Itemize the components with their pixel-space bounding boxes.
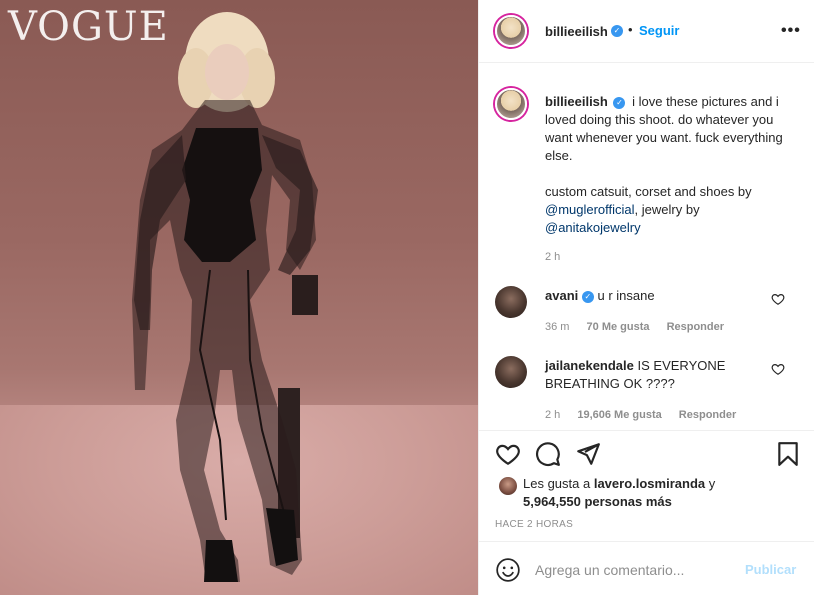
emoji-icon[interactable]: [495, 557, 521, 583]
mention-mugler[interactable]: @muglerofficial: [545, 202, 635, 217]
follow-button[interactable]: Seguir: [639, 23, 679, 38]
caption-credits-2: , jewelry by: [634, 202, 700, 217]
comment-avatar[interactable]: [495, 286, 527, 318]
likes-prefix: Les gusta a: [523, 476, 591, 491]
liker-avatar[interactable]: [499, 477, 517, 495]
comment-time[interactable]: 36 m: [545, 321, 569, 333]
verified-badge-icon: ✓: [613, 96, 626, 109]
likes-count[interactable]: 5,964,550 personas más: [523, 494, 672, 509]
post-timestamp[interactable]: HACE 2 HORAS: [495, 519, 573, 530]
caption-username[interactable]: billieeilish: [545, 94, 608, 109]
liker-username[interactable]: lavero.losmiranda: [594, 476, 705, 491]
comment-heart-icon[interactable]: [771, 362, 785, 376]
comment-reply-button[interactable]: Responder: [679, 409, 736, 421]
post-sidebar: billieeilish ✓ • Seguir ••• billieeilish…: [478, 0, 814, 595]
comment-input[interactable]: [535, 559, 735, 581]
heart-icon[interactable]: [495, 441, 521, 467]
likes-summary: Les gusta a lavero.losmiranda y 5,964,55…: [495, 475, 795, 511]
caption-text: billieeilish ✓ i love these pictures and…: [545, 93, 795, 237]
comment-icon[interactable]: [535, 441, 561, 467]
model-figure: [132, 12, 318, 582]
comment-username[interactable]: avani: [545, 288, 578, 303]
more-options-icon[interactable]: •••: [781, 22, 801, 40]
publish-button[interactable]: Publicar: [745, 562, 796, 577]
instagram-post-modal: VOGUE billieeilish ✓ • Seguir ••• billie…: [0, 0, 814, 595]
add-comment-bar: Publicar: [479, 541, 814, 595]
post-header: billieeilish ✓ • Seguir •••: [479, 0, 814, 63]
caption-avatar[interactable]: [495, 88, 527, 120]
comment-reply-button[interactable]: Responder: [667, 321, 724, 333]
bookmark-icon[interactable]: [775, 441, 801, 467]
author-username[interactable]: billieeilish: [545, 24, 608, 39]
comment-meta: 2 h 19,606 Me gusta Responder: [545, 409, 750, 421]
comment-username[interactable]: jailanekendale: [545, 358, 634, 373]
author-avatar[interactable]: [495, 15, 527, 47]
likes-text: Les gusta a lavero.losmiranda y 5,964,55…: [495, 475, 795, 511]
comment-time[interactable]: 2 h: [545, 409, 560, 421]
paper-plane-icon[interactable]: [575, 441, 601, 467]
mention-anitako[interactable]: @anitakojewelry: [545, 220, 641, 235]
likes-and: y: [708, 476, 716, 491]
post-photo[interactable]: VOGUE: [0, 0, 478, 595]
caption-timestamp[interactable]: 2 h: [545, 251, 560, 263]
comment-text: avani ✓ u r insane: [545, 287, 765, 305]
comment-likes[interactable]: 70 Me gusta: [587, 321, 650, 333]
comment-meta: 36 m 70 Me gusta Responder: [545, 321, 738, 333]
comment-likes[interactable]: 19,606 Me gusta: [577, 409, 661, 421]
verified-badge-icon: ✓: [581, 290, 594, 303]
caption-credits: custom catsuit, corset and shoes by: [545, 184, 752, 199]
verified-badge-icon: ✓: [611, 25, 623, 37]
action-bar: [479, 430, 814, 478]
comment-text: jailanekendale IS EVERYONE BREATHING OK …: [545, 357, 765, 393]
separator-dot: •: [628, 22, 633, 37]
comment-heart-icon[interactable]: [771, 292, 785, 306]
comment-avatar[interactable]: [495, 356, 527, 388]
comment-body: u r insane: [597, 288, 655, 303]
